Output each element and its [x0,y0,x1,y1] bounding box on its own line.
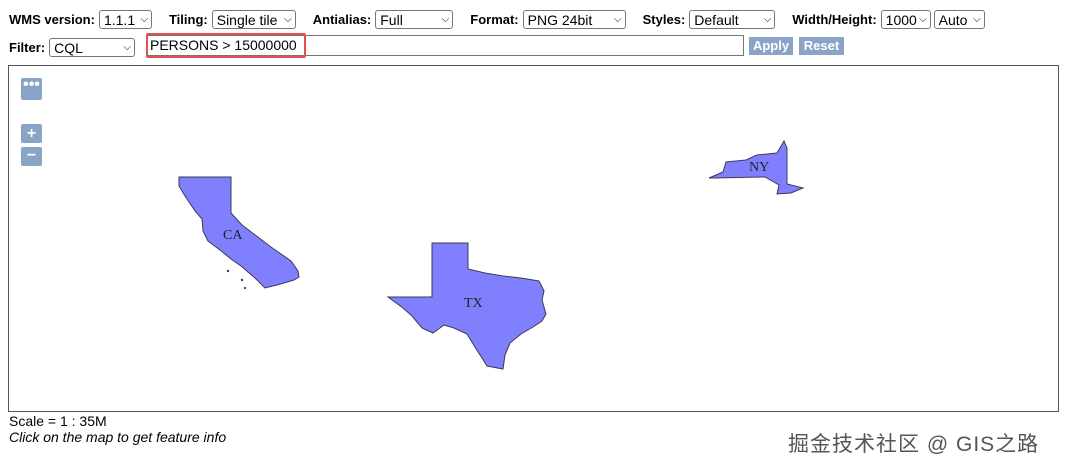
state-ca[interactable]: CA [178,176,300,290]
island-dot [226,269,230,273]
wms-toolbar: WMS version: 1.1.1 ⌵ Tiling: Single tile ⌵… [9,8,1002,30]
island-dot [240,278,244,282]
width-value: 1000 [885,11,917,28]
styles-group: Styles: Default ⌵ [642,9,779,29]
feature-info-hint: Click on the map to get feature info [9,429,227,445]
chevron-down-icon: ⌵ [614,13,622,25]
chevron-down-icon: ⌵ [123,41,132,53]
chevron-down-icon: ⌵ [441,13,450,25]
wms-version-value: 1.1.1 [103,11,136,28]
filter-label: Filter: [9,39,46,55]
height-value: Auto [938,11,968,28]
state-tx-label: TX [464,296,483,311]
tiling-select[interactable]: Single tile ⌵ [211,9,296,29]
format-select[interactable]: PNG 24bit ⌵ [522,9,626,29]
state-ca-label: CA [223,228,243,243]
tiling-group: Tiling: Single tile ⌵ [168,9,299,29]
styles-label: Styles: [642,11,686,27]
wms-version-group: WMS version: 1.1.1 ⌵ [9,9,155,29]
tiling-label: Tiling: [168,11,208,27]
tiling-value: Single tile [216,11,278,28]
scale-readout: Scale = 1 : 35M [9,413,107,429]
antialias-label: Antialias: [312,11,372,27]
map-viewport[interactable]: CA TX NY ••• + − [8,65,1059,412]
more-options-button[interactable]: ••• [21,77,42,100]
annotation-highlight-box [146,33,306,58]
antialias-select[interactable]: Full ⌵ [375,9,454,29]
chevron-down-icon: ⌵ [284,13,292,25]
styles-select[interactable]: Default ⌵ [689,9,776,29]
styles-value: Default [694,11,739,28]
format-label: Format: [470,11,519,27]
filter-row: Filter: CQL ⌵ [9,36,138,58]
antialias-group: Antialias: Full ⌵ [312,9,457,29]
wms-version-label: WMS version: [9,11,95,27]
state-ny[interactable]: NY [708,139,805,195]
chevron-down-icon: ⌵ [763,13,772,25]
width-height-group: Width/Height: 1000 ⌵ Auto ⌵ [792,9,987,29]
zoom-in-button[interactable]: + [21,124,42,143]
island-dot [243,286,247,290]
chevron-down-icon: ⌵ [973,13,981,25]
map-canvas: CA TX NY [178,139,805,370]
watermark-text: 掘金技术社区 @ GIS之路 [788,433,1040,456]
format-group: Format: PNG 24bit ⌵ [470,9,628,29]
wms-version-select[interactable]: 1.1.1 ⌵ [98,9,152,29]
chevron-down-icon: ⌵ [140,13,148,25]
state-tx[interactable]: TX [386,242,547,370]
chevron-down-icon: ⌵ [919,13,927,25]
antialias-value: Full [380,11,403,28]
height-select[interactable]: Auto ⌵ [933,9,985,29]
width-height-label: Width/Height: [792,11,877,27]
width-select[interactable]: 1000 ⌵ [880,9,931,29]
filter-type-select[interactable]: CQL ⌵ [49,37,136,57]
format-value: PNG 24bit [527,11,593,28]
zoom-out-button[interactable]: − [21,147,42,166]
apply-button[interactable]: Apply [749,37,793,55]
state-ny-label: NY [749,160,769,175]
reset-button[interactable]: Reset [799,37,844,55]
filter-type-value: CQL [54,39,83,56]
